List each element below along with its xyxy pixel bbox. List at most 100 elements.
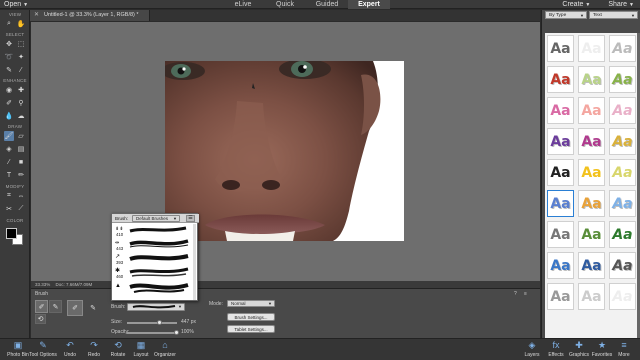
share-menu[interactable]: Share ▼ xyxy=(608,0,634,10)
pencil-tool-icon[interactable]: ✏ xyxy=(16,170,26,180)
recompose-tool-icon[interactable]: ⇔ xyxy=(16,191,26,201)
canvas-area[interactable] xyxy=(31,22,540,281)
options-menu-icon[interactable]: ≡ xyxy=(524,291,527,297)
brush-preset-picker[interactable]: ▼ xyxy=(127,303,185,311)
more-button[interactable]: ≡ More xyxy=(606,339,640,360)
text-style-tile[interactable]: Aa xyxy=(547,190,574,217)
chevron-down-icon: ▼ xyxy=(580,13,584,18)
sponge-tool-icon[interactable]: ☁ xyxy=(16,111,26,121)
straighten-tool-icon[interactable]: ⟋ xyxy=(16,204,26,214)
zoom-tool-icon[interactable]: ⌕ xyxy=(4,19,14,29)
text-style-tile[interactable]: Aa xyxy=(609,128,636,155)
text-style-tile[interactable]: Aa xyxy=(578,128,605,155)
opacity-slider-thumb[interactable] xyxy=(174,330,179,335)
size-slider-thumb[interactable] xyxy=(157,320,162,325)
text-style-tile[interactable]: Aa xyxy=(578,221,605,248)
eyedropper-tool-icon[interactable]: ⁄ xyxy=(16,65,26,75)
shape-tool-icon[interactable]: ■ xyxy=(16,157,26,167)
content-aware-move-tool-icon[interactable]: ✂ xyxy=(4,204,14,214)
brush-row[interactable]: ✱ 460 xyxy=(114,266,194,279)
tablet-settings-button[interactable]: Tablet Settings... xyxy=(227,325,275,333)
lasso-tool-icon[interactable]: ➰ xyxy=(4,52,14,62)
text-style-tile[interactable]: Aa xyxy=(547,159,574,186)
text-style-tile[interactable]: Aa xyxy=(547,97,574,124)
brush-popup-scrollbar[interactable] xyxy=(193,224,196,300)
close-icon[interactable]: ✕ xyxy=(34,10,39,21)
type-tool-icon[interactable]: T xyxy=(4,170,14,180)
mode-expert[interactable]: Expert xyxy=(348,0,390,9)
text-style-tile[interactable]: Aa xyxy=(547,66,574,93)
brush-settings-button[interactable]: Brush Settings... xyxy=(227,313,275,321)
move-tool-icon[interactable]: ✥ xyxy=(4,39,14,49)
text-style-tile[interactable]: Aa xyxy=(609,190,636,217)
text-style-tile[interactable]: Aa xyxy=(578,35,605,62)
eraser-tool-icon[interactable]: ▱ xyxy=(16,131,26,141)
brush-row[interactable]: ⇹ 443 xyxy=(114,238,194,251)
mode-select[interactable]: Normal ▼ xyxy=(227,300,275,307)
face-photo xyxy=(165,61,381,241)
open-menu[interactable]: Open ▼ xyxy=(4,0,28,10)
marquee-tool-icon[interactable]: ⬚ xyxy=(16,39,26,49)
hand-tool-icon[interactable]: ✋ xyxy=(16,19,26,29)
brush-stroke-preview xyxy=(132,305,176,309)
clone-stamp-tool-icon[interactable]: ⚲ xyxy=(16,98,26,108)
brush-library-select[interactable]: Default Brushes ▼ xyxy=(132,215,180,222)
document-image[interactable] xyxy=(165,61,404,241)
opacity-slider[interactable] xyxy=(127,332,177,334)
spot-healing-tool-icon[interactable]: ✚ xyxy=(16,85,26,95)
text-style-tile[interactable]: Aa xyxy=(547,252,574,279)
organizer-label: Organizer xyxy=(154,352,176,358)
brush-stroke-preview: ⇟⇟ xyxy=(115,226,187,233)
text-style-tile[interactable]: Aa xyxy=(609,283,636,310)
brush-popup-menu-icon[interactable]: ☰ xyxy=(186,215,195,222)
gradient-tool-icon[interactable]: ▤ xyxy=(16,144,26,154)
brush-row[interactable]: ↗ 393 xyxy=(114,252,194,265)
text-style-tile[interactable]: Aa xyxy=(547,283,574,310)
crop-tool-icon[interactable]: ⌗ xyxy=(4,191,14,201)
text-style-tile[interactable]: Aa xyxy=(578,97,605,124)
filter-by-select[interactable]: By Type ▼ xyxy=(545,11,587,19)
create-menu[interactable]: Create ▼ xyxy=(562,0,590,10)
color-replacement-icon[interactable]: ⟲ xyxy=(35,314,46,324)
brush-icon[interactable]: ✐ xyxy=(35,300,48,313)
text-style-tile[interactable]: Aa xyxy=(547,221,574,248)
airbrush-icon[interactable]: ✐ xyxy=(67,300,83,316)
text-style-tile[interactable]: Aa xyxy=(578,252,605,279)
brush-row[interactable]: ▲ xyxy=(114,280,194,293)
top-right-menus: Create ▼ Share ▼ xyxy=(562,0,634,10)
foreground-color-swatch[interactable] xyxy=(6,228,17,239)
size-slider[interactable] xyxy=(127,322,177,324)
tablet-pressure-icon[interactable]: ✎ xyxy=(85,300,101,316)
mode-guided[interactable]: Guided xyxy=(306,0,348,9)
text-style-tile[interactable]: Aa xyxy=(609,66,636,93)
text-style-tile[interactable]: Aa xyxy=(547,128,574,155)
text-style-tile[interactable]: Aa xyxy=(609,221,636,248)
impressionist-brush-icon[interactable]: ✎ xyxy=(49,300,62,313)
section-modify: MODIFY xyxy=(5,184,25,189)
category-select[interactable]: Text ▼ xyxy=(589,11,638,19)
text-style-tile[interactable]: Aa xyxy=(609,35,636,62)
text-style-tile[interactable]: Aa xyxy=(578,283,605,310)
paint-bucket-tool-icon[interactable]: ◈ xyxy=(4,144,14,154)
tool-name: Brush xyxy=(35,291,49,297)
organizer-button[interactable]: ⌂ Organizer xyxy=(147,339,183,360)
red-eye-tool-icon[interactable]: ◉ xyxy=(4,85,14,95)
brush-tool-icon[interactable]: 🖌 xyxy=(4,131,14,141)
smart-brush-tool-icon[interactable]: ✐ xyxy=(4,98,14,108)
text-style-tile[interactable]: Aa xyxy=(547,35,574,62)
text-style-tile[interactable]: Aa xyxy=(578,190,605,217)
magic-wand-tool-icon[interactable]: ✦ xyxy=(16,52,26,62)
text-style-tile[interactable]: Aa xyxy=(609,159,636,186)
blur-tool-icon[interactable]: 💧 xyxy=(4,111,14,121)
text-style-tile[interactable]: Aa xyxy=(609,252,636,279)
text-style-tile[interactable]: Aa xyxy=(578,159,605,186)
document-tab[interactable]: ✕ Untitled-1 @ 33.3% (Layer 1, RGB/8) * xyxy=(30,10,150,21)
mode-quick[interactable]: Quick xyxy=(264,0,306,9)
text-style-tile[interactable]: Aa xyxy=(609,97,636,124)
color-picker-tool-icon[interactable]: ⁄ xyxy=(4,157,14,167)
quick-selection-tool-icon[interactable]: ✎ xyxy=(4,65,14,75)
brush-row[interactable]: ⇟⇟ 410 xyxy=(114,224,194,237)
text-style-tile[interactable]: Aa xyxy=(578,66,605,93)
mode-elive[interactable]: eLive xyxy=(222,0,264,9)
help-icon[interactable]: ? xyxy=(514,291,517,297)
